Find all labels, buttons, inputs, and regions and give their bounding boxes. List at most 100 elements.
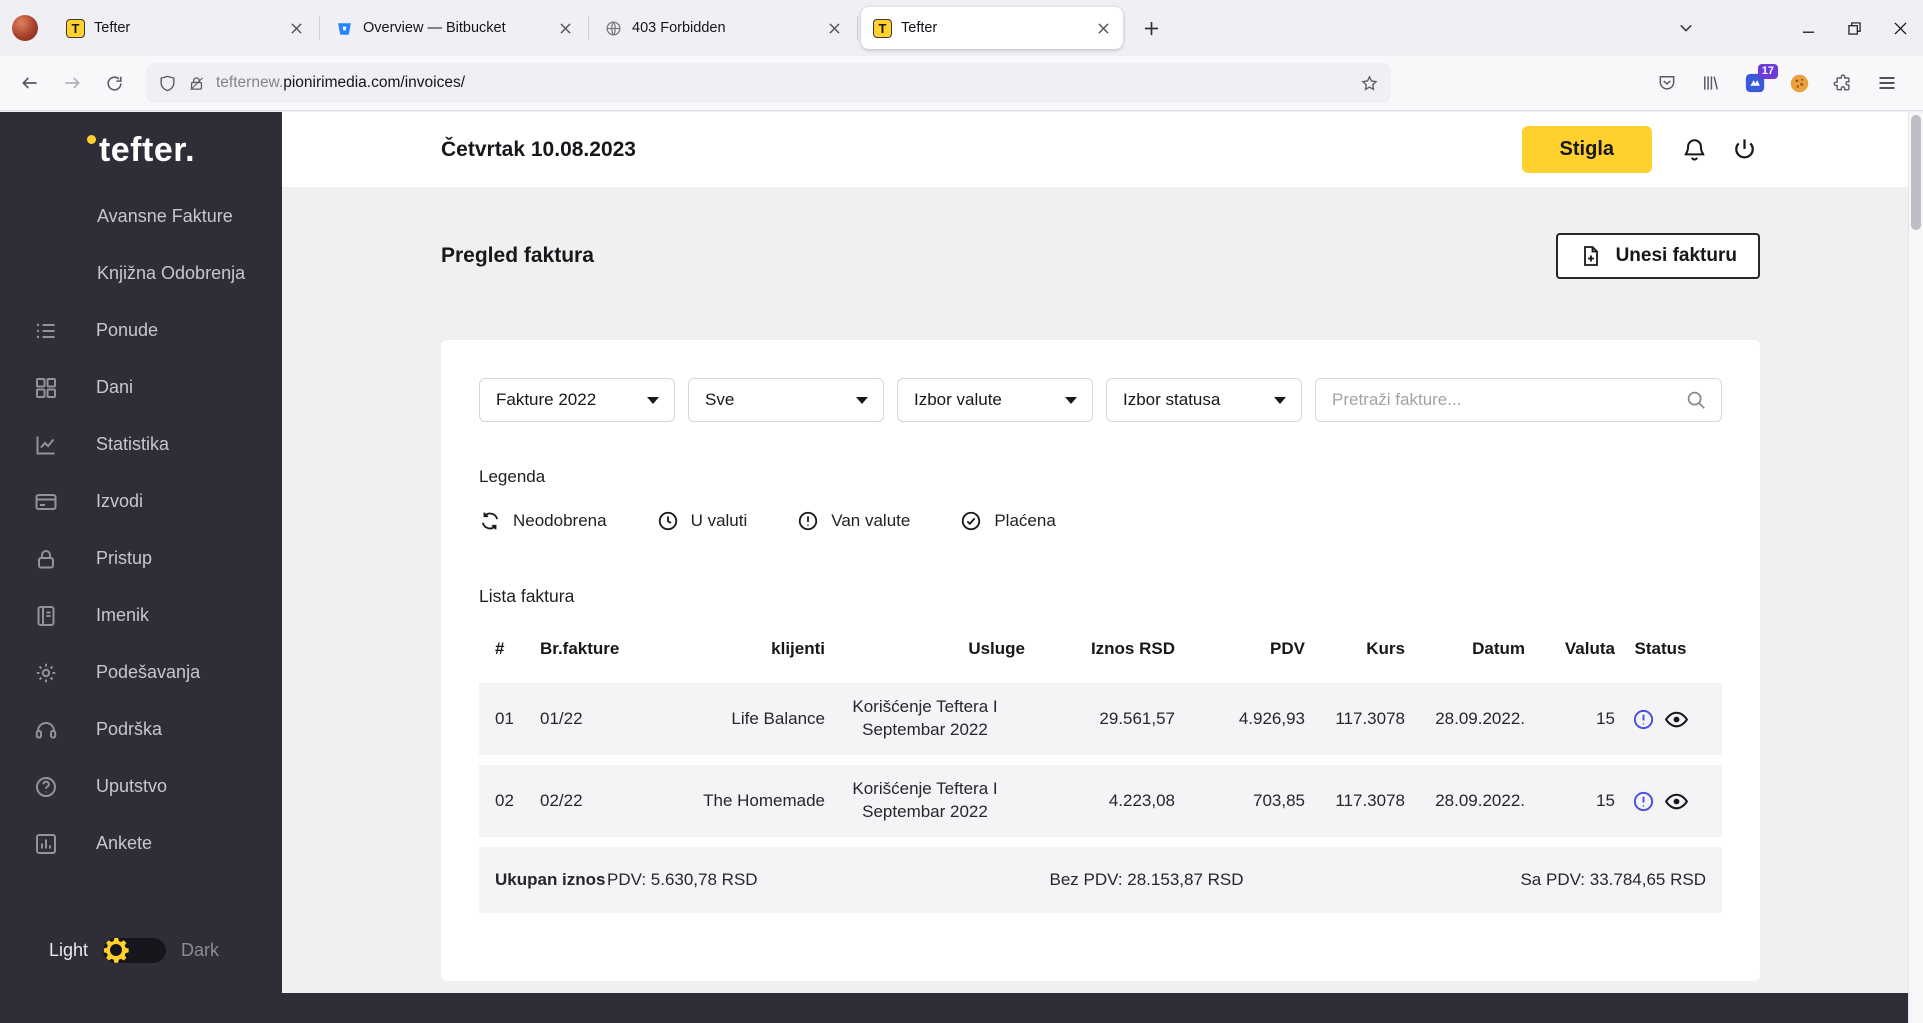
page-footer xyxy=(282,993,1923,1023)
extensions-puzzle-icon[interactable] xyxy=(1827,67,1859,99)
tab-tefter-active[interactable]: T Tefter xyxy=(861,7,1123,49)
cell-pdv: 4.926,93 xyxy=(1238,708,1305,728)
add-invoice-label: Unesi fakturu xyxy=(1615,245,1737,266)
scrollbar-thumb[interactable] xyxy=(1911,115,1921,230)
sidebar-item-label: Dani xyxy=(96,377,134,397)
cell-invoice-no: 02/22 xyxy=(540,790,583,810)
logout-power-icon[interactable] xyxy=(1728,134,1760,166)
cell-invoice-no: 01/22 xyxy=(540,708,583,728)
sidebar-item-ponude[interactable]: Ponude xyxy=(0,302,282,359)
status-exclamation-icon[interactable] xyxy=(1632,708,1655,731)
extension-17-icon[interactable]: 17 xyxy=(1739,64,1778,99)
currency-filter-dropdown[interactable]: Izbor valute xyxy=(897,378,1093,422)
url-text[interactable]: tefternew.pionirimedia.com/invoices/ xyxy=(216,74,1349,92)
tracking-shield-icon[interactable] xyxy=(158,74,177,93)
sidebar-item-dani[interactable]: Dani xyxy=(0,359,282,416)
url-bar[interactable]: tefternew.pionirimedia.com/invoices/ xyxy=(146,63,1391,103)
toolbar-icons: 17 xyxy=(1651,64,1913,99)
tab-title: Tefter xyxy=(901,20,938,36)
sidebar-item-podesavanja[interactable]: Podešavanja xyxy=(0,644,282,701)
sidebar-item-izvodi[interactable]: Izvodi xyxy=(0,473,282,530)
back-button[interactable] xyxy=(10,64,50,102)
page-scrollbar[interactable] xyxy=(1908,112,1923,1023)
cell-num: 01 xyxy=(495,708,514,728)
table-row[interactable]: 01 01/22 Life Balance Korišćenje Teftera… xyxy=(479,683,1722,755)
tab-403-forbidden[interactable]: 403 Forbidden xyxy=(592,7,854,49)
stigla-button[interactable]: Stigla xyxy=(1521,126,1652,173)
legend-item-neodobrena: Neodobrena xyxy=(479,510,607,532)
add-invoice-button[interactable]: Unesi fakturu xyxy=(1555,233,1760,279)
tab-close-icon[interactable] xyxy=(822,16,846,40)
notifications-bell-icon[interactable] xyxy=(1678,134,1710,166)
filter-bar: Fakture 2022 Sve Izbor valute Izbor stat… xyxy=(479,378,1722,422)
legend-item-u-valuti: U valuti xyxy=(657,510,748,532)
col-num: # xyxy=(495,639,505,658)
file-plus-icon xyxy=(1579,244,1603,268)
dropdown-value: Izbor statusa xyxy=(1123,390,1221,409)
tab-tefter-1[interactable]: T Tefter xyxy=(54,7,316,49)
sidebar-item-knjizna-odobrenja[interactable]: Knjižna Odobrenja xyxy=(0,245,282,302)
sidebar-item-ankete[interactable]: Ankete xyxy=(0,815,282,872)
globe-favicon xyxy=(604,19,623,38)
cell-service: Korišćenje Teftera I Septembar 2022 xyxy=(852,779,998,821)
eye-icon[interactable] xyxy=(1664,707,1689,732)
year-filter-dropdown[interactable]: Fakture 2022 xyxy=(479,378,675,422)
totals-without-pdv: Bez PDV: 28.153,87 RSD xyxy=(1049,870,1244,889)
forward-button[interactable] xyxy=(52,64,92,102)
tab-bitbucket[interactable]: Overview — Bitbucket xyxy=(323,7,585,49)
window-restore-button[interactable] xyxy=(1831,0,1877,56)
grid-icon xyxy=(34,376,58,400)
table-row[interactable]: 02 02/22 The Homemade Korišćenje Teftera… xyxy=(479,765,1722,837)
legend-item-placena: Plaćena xyxy=(960,510,1056,532)
connection-lock-icon[interactable] xyxy=(188,75,205,92)
legend-label: U valuti xyxy=(690,511,748,530)
sidebar-item-pristup[interactable]: Pristup xyxy=(0,530,282,587)
sidebar-item-label: Knjižna Odobrenja xyxy=(97,263,246,283)
library-icon[interactable] xyxy=(1695,67,1727,99)
sidebar-item-label: Imenik xyxy=(96,605,150,625)
tab-separator xyxy=(857,16,858,40)
status-exclamation-icon[interactable] xyxy=(1632,790,1655,813)
new-tab-button[interactable] xyxy=(1133,10,1169,46)
logo-dot-icon xyxy=(86,134,96,144)
cell-amount: 4.223,08 xyxy=(1108,790,1175,810)
book-icon xyxy=(34,604,58,628)
cookie-icon[interactable] xyxy=(1783,67,1815,99)
col-invoice-no: Br.fakture xyxy=(540,639,620,658)
sidebar-item-avansne-fakture[interactable]: Avansne Fakture xyxy=(0,188,282,245)
tab-close-icon[interactable] xyxy=(1091,16,1115,40)
tab-close-icon[interactable] xyxy=(284,16,308,40)
sidebar-item-statistika[interactable]: Statistika xyxy=(0,416,282,473)
sidebar-item-imenik[interactable]: Imenik xyxy=(0,587,282,644)
dropdown-value: Fakture 2022 xyxy=(496,390,597,409)
cell-valuta: 15 xyxy=(1596,790,1615,810)
search-icon[interactable] xyxy=(1685,389,1707,411)
eye-icon[interactable] xyxy=(1664,789,1689,814)
cell-amount: 29.561,57 xyxy=(1099,708,1175,728)
theme-toggle[interactable] xyxy=(103,938,167,963)
cell-kurs: 117.3078 xyxy=(1335,708,1405,728)
tab-separator xyxy=(588,16,589,40)
extension-badge: 17 xyxy=(1757,64,1778,79)
pocket-icon[interactable] xyxy=(1651,67,1683,99)
tab-close-icon[interactable] xyxy=(553,16,577,40)
bookmark-star-icon[interactable] xyxy=(1360,74,1379,93)
list-all-tabs-icon[interactable] xyxy=(1665,7,1707,49)
dropdown-value: Izbor valute xyxy=(914,390,1002,409)
reload-button[interactable] xyxy=(94,64,134,102)
scope-filter-dropdown[interactable]: Sve xyxy=(688,378,884,422)
col-date: Datum xyxy=(1472,639,1525,658)
search-input[interactable] xyxy=(1332,390,1675,410)
cell-date: 28.09.2022. xyxy=(1435,708,1525,728)
cell-valuta: 15 xyxy=(1596,708,1615,728)
window-close-button[interactable] xyxy=(1877,0,1923,56)
window-minimize-button[interactable] xyxy=(1785,0,1831,56)
sidebar-item-uputstvo[interactable]: Uputstvo xyxy=(0,758,282,815)
cell-client: The Homemade xyxy=(703,790,825,810)
profile-avatar[interactable] xyxy=(12,15,38,41)
dropdown-value: Sve xyxy=(705,390,735,409)
status-filter-dropdown[interactable]: Izbor statusa xyxy=(1106,378,1302,422)
menu-hamburger-icon[interactable] xyxy=(1871,67,1903,99)
sidebar-item-podrska[interactable]: Podrška xyxy=(0,701,282,758)
col-pdv: PDV xyxy=(1270,639,1305,658)
